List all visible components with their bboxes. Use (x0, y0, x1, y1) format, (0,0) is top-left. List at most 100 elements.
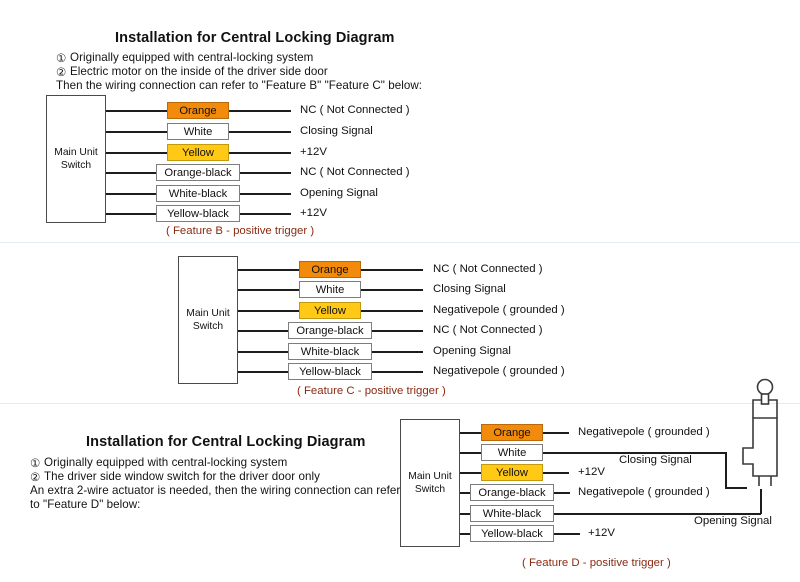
wire-c-6 (238, 371, 288, 373)
wire-chip-c-1: Orange (299, 261, 361, 278)
section-bottom-note-final-2: to "Feature D" below: (30, 498, 141, 511)
wire-chip-b-2: White (167, 123, 229, 140)
section-bottom-note-2-marker: ② (30, 471, 41, 484)
unit-label-line1: Main Unit (408, 470, 452, 482)
wire-b-6-out (240, 213, 291, 215)
main-unit-switch-label-b: Main Unit Switch (54, 146, 98, 172)
wire-chip-c-5: White-black (288, 343, 372, 360)
wire-d-4 (460, 492, 470, 494)
two-wire-actuator-icon (742, 378, 778, 486)
signal-c-2: Closing Signal (433, 283, 506, 295)
wire-d-2 (460, 452, 481, 454)
wire-b-2 (106, 131, 167, 133)
wiring-diagram-page: Installation for Central Locking Diagram… (0, 0, 800, 582)
wire-c-5 (238, 351, 288, 353)
wire-chip-d-1: Orange (481, 424, 543, 441)
wire-chip-b-3: Yellow (167, 144, 229, 161)
section-bottom-note-1-marker: ① (30, 457, 41, 470)
wire-d-2-drop (725, 452, 727, 488)
wire-d-3 (460, 472, 481, 474)
section-bottom-note-final-1: An extra 2-wire actuator is needed, then… (30, 484, 401, 497)
wire-c-3-out (361, 310, 423, 312)
signal-d-5: Opening Signal (694, 515, 772, 527)
section-divider-2 (0, 403, 800, 404)
unit-label-line2: Switch (60, 160, 92, 171)
wire-chip-c-2: White (299, 281, 361, 298)
wire-d-1-out (543, 432, 569, 434)
caption-feature-b: ( Feature B - positive trigger ) (166, 225, 315, 237)
caption-feature-d: ( Feature D - positive trigger ) (522, 557, 671, 569)
wire-chip-c-3: Yellow (299, 302, 361, 319)
signal-d-1: Negativepole ( grounded ) (578, 426, 710, 438)
wire-chip-b-4: Orange-black (156, 164, 240, 181)
section-bottom-note-1: Originally equipped with central-locking… (44, 456, 288, 469)
wire-chip-b-1: Orange (167, 102, 229, 119)
signal-b-4: NC ( Not Connected ) (300, 166, 410, 178)
wire-d-3-out (543, 472, 569, 474)
section-bottom-note-2: The driver side window switch for the dr… (44, 470, 320, 483)
main-unit-switch-label-d: Main Unit Switch (408, 470, 452, 496)
signal-b-1: NC ( Not Connected ) (300, 104, 410, 116)
wire-d-6 (460, 533, 470, 535)
wire-b-2-out (229, 131, 291, 133)
signal-c-1: NC ( Not Connected ) (433, 263, 543, 275)
wire-c-3 (238, 310, 299, 312)
wire-c-6-out (372, 371, 423, 373)
wire-b-1 (106, 110, 167, 112)
wire-chip-c-4: Orange-black (288, 322, 372, 339)
unit-label-line1: Main Unit (186, 307, 230, 319)
signal-d-6: +12V (588, 527, 615, 539)
section-top-title: Installation for Central Locking Diagram (115, 30, 395, 46)
section-top-note-1: Originally equipped with central-locking… (70, 51, 314, 64)
main-unit-switch-box-c: Main Unit Switch (178, 256, 238, 384)
wire-chip-d-4: Orange-black (470, 484, 554, 501)
signal-b-2: Closing Signal (300, 125, 373, 137)
signal-c-6: Negativepole ( grounded ) (433, 365, 565, 377)
wire-b-4 (106, 172, 156, 174)
section-top-note-2: Electric motor on the inside of the driv… (70, 65, 328, 78)
signal-b-5: Opening Signal (300, 187, 378, 199)
main-unit-switch-label-c: Main Unit Switch (186, 307, 230, 333)
wire-chip-d-2: White (481, 444, 543, 461)
unit-label-line2: Switch (192, 321, 224, 332)
wire-chip-d-6: Yellow-black (470, 525, 554, 542)
signal-b-6: +12V (300, 207, 327, 219)
main-unit-switch-box-b: Main Unit Switch (46, 95, 106, 223)
section-bottom-title: Installation for Central Locking Diagram (86, 434, 366, 450)
wire-d-4-out (554, 492, 570, 494)
wire-b-4-out (240, 172, 291, 174)
wire-b-5-out (240, 193, 291, 195)
unit-label-line1: Main Unit (54, 146, 98, 158)
wire-chip-d-5: White-black (470, 505, 554, 522)
wire-chip-d-3: Yellow (481, 464, 543, 481)
signal-d-3: +12V (578, 466, 605, 478)
section-top-note-2-marker: ② (56, 66, 67, 79)
wire-c-1 (238, 269, 299, 271)
caption-feature-c: ( Feature C - positive trigger ) (297, 385, 446, 397)
wire-d-1 (460, 432, 481, 434)
wire-c-4 (238, 330, 288, 332)
wire-b-3-out (229, 152, 291, 154)
wire-b-5 (106, 193, 156, 195)
wire-b-1-out (229, 110, 291, 112)
signal-b-3: +12V (300, 146, 327, 158)
signal-d-2: Closing Signal (619, 454, 692, 466)
unit-label-line2: Switch (414, 484, 446, 495)
section-top-note-final: Then the wiring connection can refer to … (56, 79, 423, 92)
wire-chip-b-6: Yellow-black (156, 205, 240, 222)
signal-c-3: Negativepole ( grounded ) (433, 304, 565, 316)
wire-d-5 (460, 513, 470, 515)
signal-c-5: Opening Signal (433, 345, 511, 357)
main-unit-switch-box-d: Main Unit Switch (400, 419, 460, 547)
wire-c-5-out (372, 351, 423, 353)
section-divider-1 (0, 242, 800, 243)
wire-d-6-out (554, 533, 580, 535)
wire-c-1-out (361, 269, 423, 271)
wire-b-6 (106, 213, 156, 215)
wire-c-4-out (372, 330, 423, 332)
section-top-note-1-marker: ① (56, 52, 67, 65)
wire-c-2 (238, 289, 299, 291)
wire-d-5-rise (760, 489, 762, 514)
wire-chip-b-5: White-black (156, 185, 240, 202)
wire-b-3 (106, 152, 167, 154)
